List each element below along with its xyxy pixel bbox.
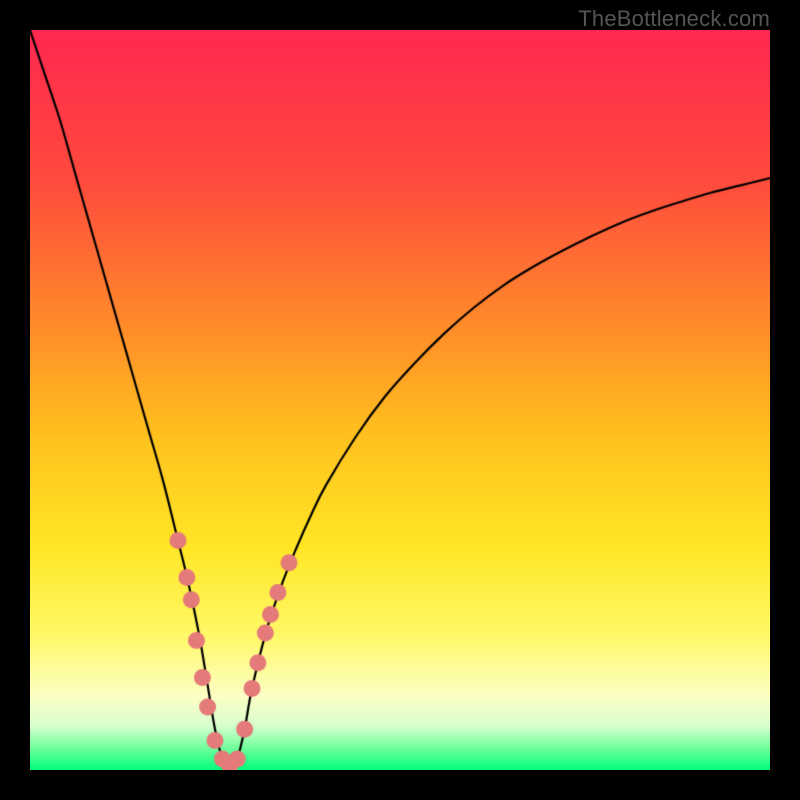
plot-area bbox=[30, 30, 770, 770]
watermark-text: TheBottleneck.com bbox=[578, 6, 770, 32]
chart-frame: TheBottleneck.com bbox=[0, 0, 800, 800]
chart-canvas bbox=[30, 30, 770, 770]
